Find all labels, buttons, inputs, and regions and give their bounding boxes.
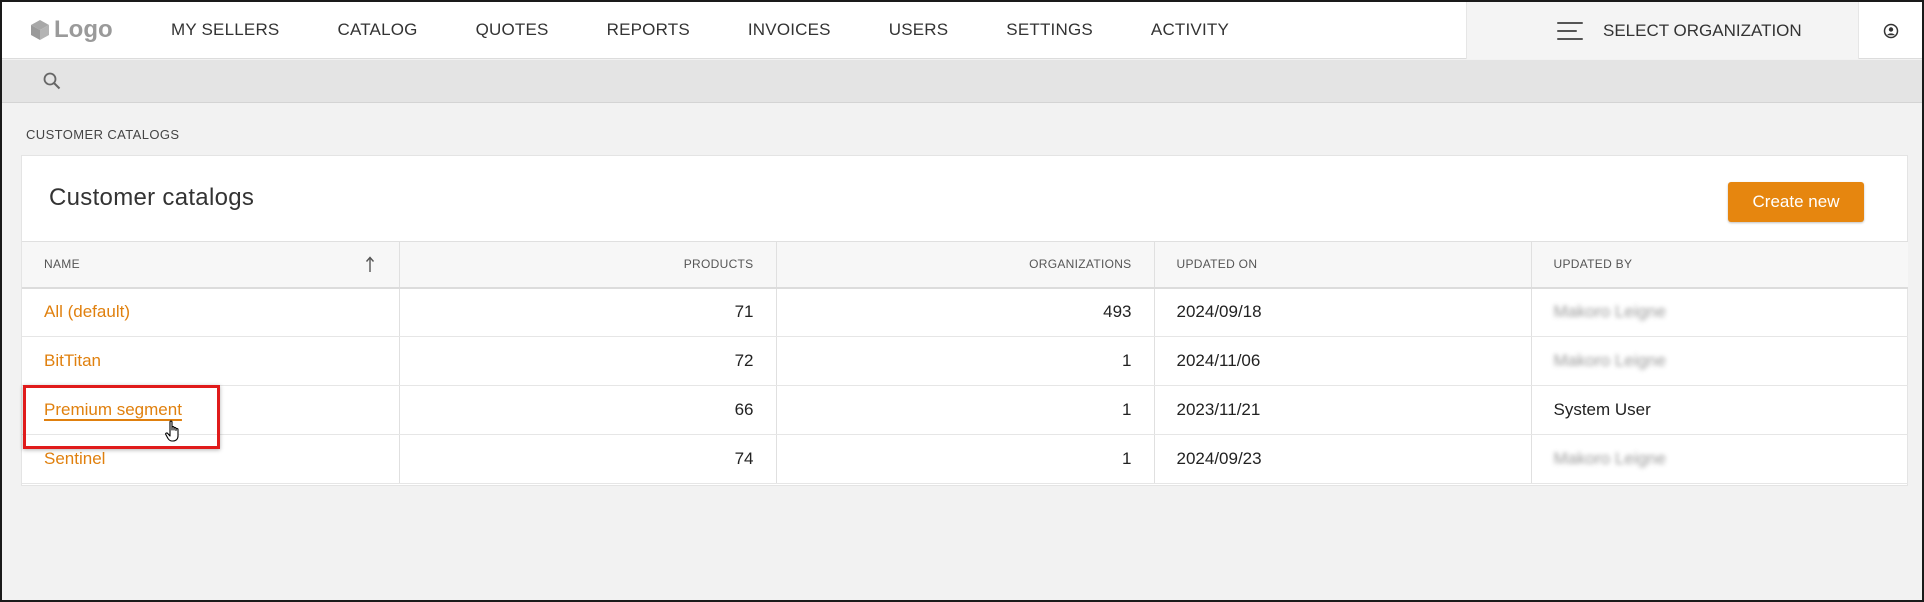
column-header-updated-by[interactable]: UPDATED BY xyxy=(1531,241,1908,289)
nav-item-activity[interactable]: ACTIVITY xyxy=(1122,2,1258,59)
updated-on-cell: 2024/11/06 xyxy=(1154,336,1532,386)
user-circle-icon xyxy=(1883,23,1898,38)
search-bar xyxy=(2,60,1922,103)
catalog-name-link[interactable]: Premium segment xyxy=(44,400,182,419)
nav-item-quotes[interactable]: QUOTES xyxy=(447,2,578,59)
products-cell: 72 xyxy=(399,336,777,386)
breadcrumb: CUSTOMER CATALOGS xyxy=(26,127,180,142)
updated-on-cell: 2023/11/21 xyxy=(1154,385,1532,435)
catalog-name-link[interactable]: All (default) xyxy=(44,302,130,321)
column-header-name[interactable]: NAME xyxy=(22,241,400,289)
nav-item-catalog[interactable]: CATALOG xyxy=(308,2,446,59)
column-header-products[interactable]: PRODUCTS xyxy=(399,241,777,289)
nav-item-users[interactable]: USERS xyxy=(860,2,978,59)
updated-by-blurred: Makoro Leigne xyxy=(1553,351,1666,370)
organizations-cell: 1 xyxy=(776,385,1155,435)
page-title: Customer catalogs xyxy=(49,184,255,211)
products-cell: 71 xyxy=(399,287,777,337)
logo-text: Logo xyxy=(54,16,113,43)
select-organization-label: SELECT ORGANIZATION xyxy=(1603,20,1802,40)
nav-item-settings[interactable]: SETTINGS xyxy=(977,2,1122,59)
catalogs-panel: Customer catalogs Create new NAME PRODUC… xyxy=(21,155,1908,486)
updated-by-blurred: Makoro Leigne xyxy=(1553,302,1666,322)
products-cell: 74 xyxy=(399,434,777,484)
updated-on-cell: 2024/09/23 xyxy=(1154,434,1532,484)
updated-on-cell: 2024/09/18 xyxy=(1154,287,1532,337)
cube-logo-icon xyxy=(31,20,49,40)
create-new-button[interactable]: Create new xyxy=(1728,182,1864,222)
top-navigation: Logo MY SELLERS CATALOG QUOTES REPORTS I… xyxy=(2,2,1922,59)
column-header-organizations[interactable]: ORGANIZATIONS xyxy=(776,241,1155,289)
nav-item-my-sellers[interactable]: MY SELLERS xyxy=(142,2,308,59)
catalog-name-link[interactable]: Sentinel xyxy=(44,449,105,468)
table-row: BitTitan 72 1 2024/11/06 Makoro Leigne xyxy=(22,336,1908,386)
catalogs-table: NAME PRODUCTS ORGANIZATIONS UPDATED ON U… xyxy=(22,241,1908,484)
organizations-cell: 1 xyxy=(776,336,1155,386)
sort-ascending-icon[interactable] xyxy=(365,255,375,273)
logo[interactable]: Logo xyxy=(2,2,142,59)
catalog-name-link[interactable]: BitTitan xyxy=(44,351,101,370)
column-header-updated-on[interactable]: UPDATED ON xyxy=(1154,241,1532,289)
search-icon[interactable] xyxy=(42,71,62,91)
hamburger-menu-icon xyxy=(1557,21,1583,40)
user-menu-button[interactable] xyxy=(1858,2,1922,59)
nav-menu: MY SELLERS CATALOG QUOTES REPORTS INVOIC… xyxy=(142,2,1258,59)
organizations-cell: 1 xyxy=(776,434,1155,484)
organizations-cell: 493 xyxy=(776,287,1155,337)
products-cell: 66 xyxy=(399,385,777,435)
nav-item-invoices[interactable]: INVOICES xyxy=(719,2,860,59)
select-organization-button[interactable]: SELECT ORGANIZATION xyxy=(1466,2,1858,59)
table-row: Sentinel 74 1 2024/09/23 Makoro Leigne xyxy=(22,434,1908,484)
table-row: All (default) 71 493 2024/09/18 Makoro L… xyxy=(22,287,1908,337)
updated-by-blurred: Makoro Leigne xyxy=(1553,449,1666,468)
table-row: Premium segment 66 1 2023/11/21 System U… xyxy=(22,385,1908,435)
column-header-label: NAME xyxy=(44,257,80,272)
updated-by-cell: System User xyxy=(1531,385,1908,435)
nav-item-reports[interactable]: REPORTS xyxy=(578,2,719,59)
app-window: Logo MY SELLERS CATALOG QUOTES REPORTS I… xyxy=(0,0,1924,602)
table-header-row: NAME PRODUCTS ORGANIZATIONS UPDATED ON U… xyxy=(22,241,1908,289)
